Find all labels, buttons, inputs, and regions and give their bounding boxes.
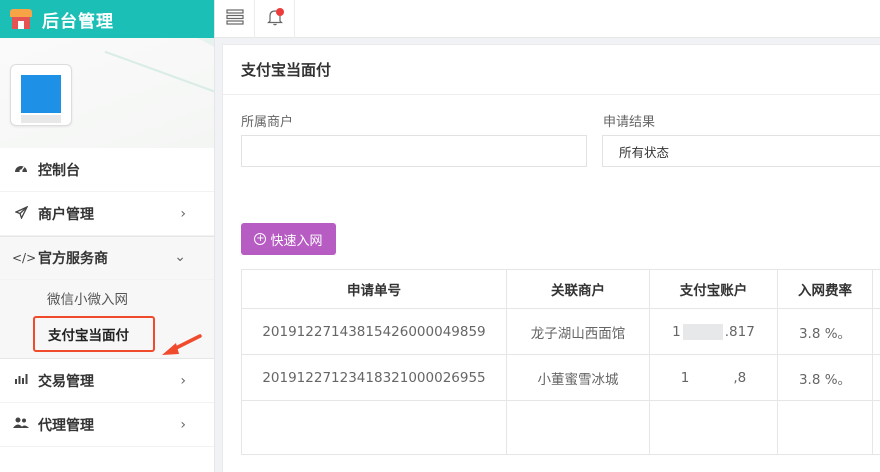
brand-header[interactable]: 后台管理 — [0, 0, 214, 38]
sidebar-item-label: 控制台 — [38, 162, 80, 179]
cell-more — [872, 354, 880, 401]
sidebar-item-agent[interactable]: 代理管理 › — [0, 403, 214, 447]
sidebar-item-label: 交易管理 — [38, 373, 94, 390]
account-prefix: 1 — [680, 369, 690, 386]
brand-title: 后台管理 — [42, 11, 114, 32]
table-header-row: 申请单号 关联商户 支付宝账户 入网费率 — [241, 269, 880, 309]
plus-circle-icon: + — [254, 233, 267, 245]
result-filter-label: 申请结果 — [603, 115, 656, 130]
cell-rate: 3.8 %。 — [777, 354, 873, 401]
send-icon — [12, 205, 30, 222]
quick-join-label: 快速入网 — [270, 233, 323, 249]
list-icon — [225, 8, 244, 30]
avatar[interactable] — [10, 64, 72, 126]
cell-app-no: 20191227123418321000026955 — [241, 354, 507, 401]
column-header-alipay-account[interactable]: 支付宝账户 — [649, 269, 778, 309]
column-header-merchant[interactable]: 关联商户 — [506, 269, 650, 309]
page-title: 支付宝当面付 — [223, 45, 880, 95]
sidebar-item-label: 代理管理 — [38, 417, 94, 434]
chevron-right-icon: › — [180, 206, 186, 222]
account-suffix: ,8 — [733, 369, 747, 386]
dashboard-icon — [12, 162, 30, 177]
applications-table: 申请单号 关联商户 支付宝账户 入网费率 2019122714381542600… — [241, 269, 880, 455]
notification-badge — [276, 8, 284, 16]
account-suffix: .817 — [724, 323, 755, 340]
sidebar-item-merchant[interactable]: 商户管理 › — [0, 192, 214, 236]
merchant-filter-input[interactable] — [241, 135, 587, 167]
shop-icon — [10, 9, 32, 29]
chevron-right-icon: › — [180, 417, 186, 433]
result-filter-select[interactable]: 所有状态 — [602, 135, 880, 167]
cell-more — [872, 308, 880, 355]
table-row[interactable]: 20191227123418321000026955 小董蜜雪冰城 1,8 3.… — [241, 354, 880, 401]
sidebar-subitem-wechat-micro[interactable]: 微信小微入网 — [0, 280, 214, 316]
column-header-more — [872, 269, 880, 309]
sidebar: 后台管理 控制台 商户管理 › </> 官方服务商 ⌄ 微信小微入网 支付宝当面… — [0, 0, 215, 472]
sidebar-menu: 控制台 商户管理 › </> 官方服务商 ⌄ 微信小微入网 支付宝当面付 交易管… — [0, 148, 214, 447]
cell-merchant: 小董蜜雪冰城 — [506, 354, 650, 401]
cell-app-no: 20191227143815426000049859 — [241, 308, 507, 355]
merchant-filter-label: 所属商户 — [241, 115, 294, 130]
sidebar-item-label: 官方服务商 — [38, 251, 108, 267]
cell-rate: 3.8 %。 — [777, 308, 873, 355]
column-header-app-no[interactable]: 申请单号 — [241, 269, 507, 309]
users-icon — [12, 417, 30, 432]
table-row-empty — [241, 400, 880, 455]
cell-alipay-account: 1,8 — [649, 354, 778, 401]
menu-toggle-button[interactable] — [215, 0, 255, 38]
notification-button[interactable] — [255, 0, 295, 38]
redacted-block — [682, 323, 723, 340]
sidebar-item-label: 商户管理 — [38, 206, 94, 223]
bar-chart-icon — [12, 373, 30, 388]
main-panel: 支付宝当面付 所属商户 申请结果 所有状态 + 快速入网 申请单号 关联商户 支… — [222, 44, 880, 472]
sidebar-item-official-provider[interactable]: </> 官方服务商 ⌄ — [0, 236, 214, 280]
chevron-down-icon: ⌄ — [174, 249, 186, 265]
table-row[interactable]: 20191227143815426000049859 龙子湖山西面馆 1 .817… — [241, 308, 880, 355]
code-icon: </> — [12, 251, 37, 265]
annotation-arrow-icon — [162, 334, 202, 355]
sidebar-subitem-alipay-f2f[interactable]: 支付宝当面付 — [33, 316, 155, 352]
cell-merchant: 龙子湖山西面馆 — [506, 308, 650, 355]
column-header-rate[interactable]: 入网费率 — [777, 269, 873, 309]
profile-area — [0, 38, 214, 148]
account-prefix: 1 — [672, 323, 681, 340]
sidebar-item-dashboard[interactable]: 控制台 — [0, 148, 214, 192]
quick-join-button[interactable]: + 快速入网 — [241, 223, 336, 255]
chevron-right-icon: › — [180, 373, 186, 389]
sidebar-item-trade[interactable]: 交易管理 › — [0, 359, 214, 403]
top-bar — [215, 0, 880, 38]
redacted-block — [691, 369, 732, 386]
cell-alipay-account: 1 .817 — [649, 308, 778, 355]
